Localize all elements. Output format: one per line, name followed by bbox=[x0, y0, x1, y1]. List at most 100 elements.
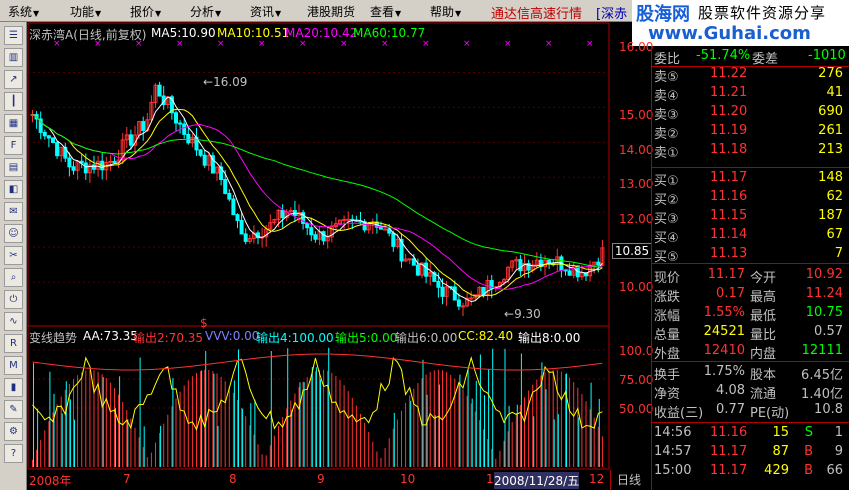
news-icon[interactable]: ▤ bbox=[4, 158, 23, 177]
signal-marker: × bbox=[340, 39, 348, 49]
indicator-out8: 输出8:0.00 bbox=[518, 331, 581, 345]
candle-body bbox=[51, 137, 55, 144]
signal-marker: × bbox=[422, 39, 430, 49]
candle-body bbox=[42, 131, 47, 137]
help-icon[interactable]: ? bbox=[4, 444, 23, 463]
menu-system[interactable]: 系统▼ bbox=[8, 3, 39, 20]
candle-body bbox=[436, 280, 441, 288]
candle-body bbox=[231, 198, 236, 216]
menu-view[interactable]: 查看▼ bbox=[370, 3, 401, 20]
menu-quote[interactable]: 报价▼ bbox=[130, 3, 161, 20]
table-icon[interactable]: ▦ bbox=[4, 114, 23, 133]
candle-body bbox=[461, 305, 465, 308]
candle-body bbox=[456, 299, 461, 307]
candle-body bbox=[407, 258, 412, 261]
menu-news[interactable]: 资讯▼ bbox=[250, 3, 281, 20]
tick-volume: 429 bbox=[764, 463, 789, 478]
sell-row: 卖① 11.18 213 bbox=[652, 142, 849, 161]
stat-label-right: 最低 bbox=[750, 309, 777, 324]
volume-icon[interactable]: ▮ bbox=[4, 378, 23, 397]
candle-body bbox=[239, 219, 244, 235]
line-chart-icon[interactable]: ↗ bbox=[4, 70, 23, 89]
stat-value-right: 6.45亿 bbox=[801, 368, 843, 383]
candle-body bbox=[182, 123, 187, 135]
users-icon[interactable]: ☺ bbox=[4, 224, 23, 243]
buy-label: 买① bbox=[654, 174, 679, 189]
indicator-out6: 输出6:0.00 bbox=[395, 331, 458, 345]
stat-row: 净资 4.08 流通 1.40亿 bbox=[652, 383, 849, 402]
price-tick-14: 14.00 bbox=[619, 143, 654, 157]
stat-label-left: 换手 bbox=[654, 368, 681, 383]
rank-icon[interactable]: ◧ bbox=[4, 180, 23, 199]
mail-icon[interactable]: ✉ bbox=[4, 202, 23, 221]
sell-volume: 213 bbox=[818, 142, 843, 157]
tick-flag: B bbox=[804, 444, 813, 459]
macd-icon[interactable]: M bbox=[4, 356, 23, 375]
candle-body bbox=[567, 270, 572, 276]
high-mark-value: 16.09 bbox=[213, 75, 248, 89]
buy-price: 11.17 bbox=[710, 170, 748, 185]
ma60-line bbox=[32, 114, 603, 268]
exit-icon[interactable]: ⏻ bbox=[4, 290, 23, 309]
candle-body bbox=[235, 214, 240, 221]
tick-flag: S bbox=[804, 425, 813, 440]
indicator-vvv: VVV:0.00 bbox=[205, 329, 260, 343]
tick-time: 14:56 bbox=[654, 425, 692, 440]
sell-volume: 690 bbox=[818, 104, 843, 119]
buy-row: 买③ 11.15 187 bbox=[652, 208, 849, 227]
candle-body bbox=[178, 122, 183, 125]
buy-volume: 7 bbox=[834, 246, 843, 261]
tick-count: 1 bbox=[834, 425, 843, 440]
tick-price: 11.16 bbox=[710, 425, 748, 440]
ind-tick-100: 100.0 bbox=[619, 344, 654, 358]
options-icon[interactable]: ⚙ bbox=[4, 422, 23, 441]
ind-tick-50: 50.00 bbox=[619, 402, 654, 416]
tick-count: 9 bbox=[834, 444, 843, 459]
price-tick-15: 15.00 bbox=[619, 108, 654, 122]
panel-divider bbox=[652, 263, 849, 264]
candle-body bbox=[223, 179, 228, 194]
s-mark: $ bbox=[200, 316, 208, 330]
buy-volume: 187 bbox=[818, 208, 843, 223]
draw-icon[interactable]: ✎ bbox=[4, 400, 23, 419]
ma20-line bbox=[32, 114, 603, 291]
sell-volume: 41 bbox=[826, 85, 843, 100]
candle-body bbox=[71, 166, 76, 171]
menu-help[interactable]: 帮助▼ bbox=[430, 3, 461, 20]
candle-body bbox=[202, 154, 207, 166]
signal-marker: × bbox=[217, 39, 225, 49]
stat-row: 外盘 12410 内盘 12111 bbox=[652, 343, 849, 362]
ind-tick-75: 75.00 bbox=[619, 373, 654, 387]
candle-body bbox=[186, 133, 191, 144]
stat-value-right: 1.40亿 bbox=[801, 387, 843, 402]
buy-price: 11.13 bbox=[710, 246, 748, 261]
buy-row: 买② 11.16 62 bbox=[652, 189, 849, 208]
logo-slogan: 股票软件资源分享 bbox=[698, 4, 827, 22]
kline-icon[interactable]: ┃ bbox=[4, 92, 23, 111]
menu-function[interactable]: 功能▼ bbox=[70, 3, 101, 20]
stat-value-left: 0.17 bbox=[716, 286, 745, 301]
candle-body bbox=[469, 297, 474, 300]
sell-label: 卖② bbox=[654, 127, 679, 142]
menu-analysis[interactable]: 分析▼ bbox=[190, 3, 221, 20]
chart-canvas: × × × × × × × × × × × × × × bbox=[27, 22, 610, 470]
stat-row: 换手 1.75% 股本 6.45亿 bbox=[652, 364, 849, 383]
search-icon[interactable]: ⌕ bbox=[4, 268, 23, 287]
signal-marker: × bbox=[504, 39, 512, 49]
sell-label: 卖⑤ bbox=[654, 70, 679, 85]
rsi-icon[interactable]: R bbox=[4, 334, 23, 353]
tools-icon[interactable]: ✂ bbox=[4, 246, 23, 265]
period-label[interactable]: 日线 bbox=[610, 470, 652, 490]
candle-body bbox=[440, 286, 445, 297]
high-mark: ←16.09 bbox=[203, 75, 248, 89]
low-mark: ←9.30 bbox=[504, 307, 541, 321]
indicator-icon[interactable]: ∿ bbox=[4, 312, 23, 331]
f10-icon[interactable]: F bbox=[4, 136, 23, 155]
kline-chart[interactable]: × × × × × × × × × × × × × × 深赤湾A(日线,前复权) MA5:10.90 MA… bbox=[27, 22, 653, 489]
buy-price: 11.16 bbox=[710, 189, 748, 204]
indicator-aa: AA:73.35 bbox=[83, 329, 138, 343]
split-icon[interactable]: ▥ bbox=[4, 48, 23, 67]
ma60-label: MA60:10.77 bbox=[353, 26, 426, 40]
list-icon[interactable]: ☰ bbox=[4, 26, 23, 45]
menu-hk-futures[interactable]: 港股期货 bbox=[307, 3, 355, 20]
